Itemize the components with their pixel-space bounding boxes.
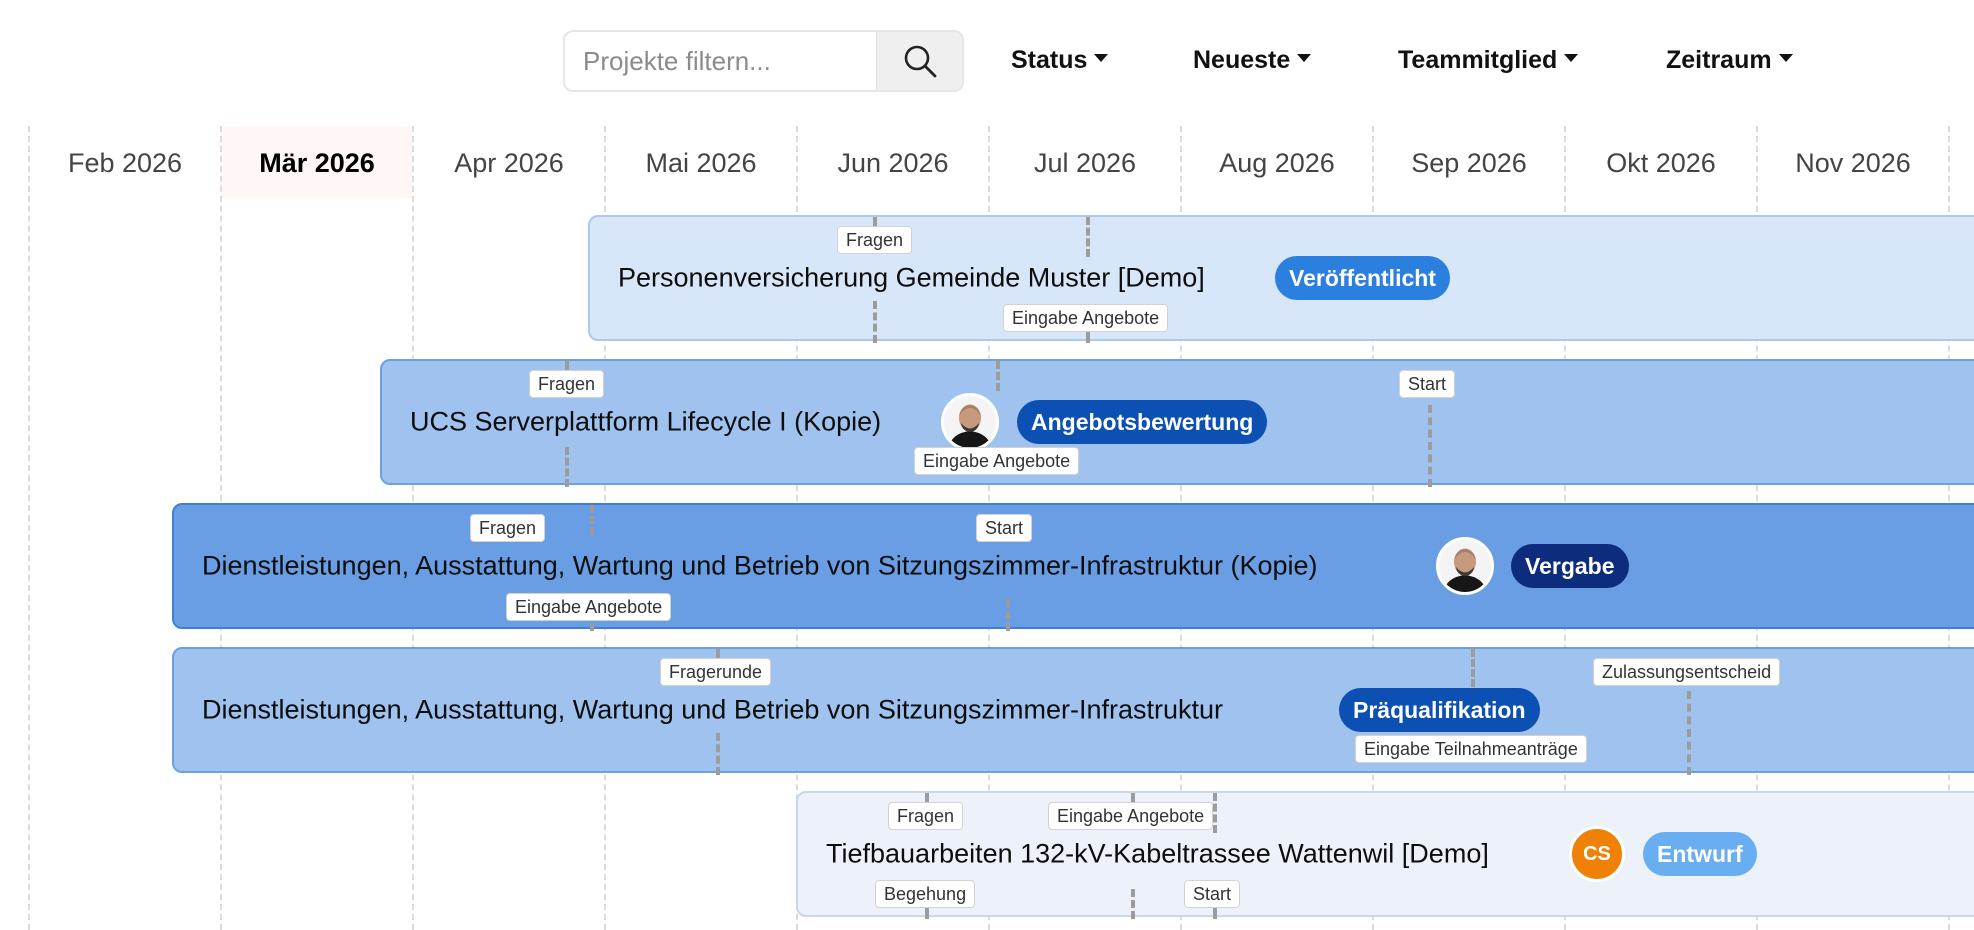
caret-down-icon (1564, 54, 1579, 63)
milestone-label: Fragen (837, 226, 913, 254)
month-header: Apr 2026 (454, 148, 564, 178)
milestone-marker (1086, 331, 1090, 343)
milestone-marker (1213, 793, 1217, 833)
month-header: Aug 2026 (1219, 148, 1335, 178)
project-bar[interactable]: Fragerunde Zulassungsentscheid Dienstlei… (172, 647, 1974, 775)
person-photo-icon (1439, 540, 1491, 592)
status-badge: Vergabe (1511, 544, 1629, 588)
project-title: Dienstleistungen, Ausstattung, Wartung u… (202, 694, 1223, 725)
milestone-marker (590, 505, 594, 535)
milestone-marker (1131, 889, 1135, 919)
project-title: Tiefbauarbeiten 132-kV-Kabeltrassee Watt… (826, 838, 1489, 869)
person-photo-icon (944, 396, 996, 448)
team-member-avatar[interactable] (941, 393, 999, 451)
milestone-marker (996, 361, 1000, 391)
milestone-marker (1687, 691, 1691, 775)
month-header: Sep 2026 (1411, 148, 1527, 178)
team-member-filter-label: Teammitglied (1398, 46, 1558, 74)
time-range-filter-dropdown[interactable]: Zeitraum (1666, 46, 1793, 75)
month-header: Jun 2026 (837, 148, 949, 178)
caret-down-icon (1778, 54, 1793, 63)
milestone-label: Fragen (888, 802, 964, 830)
milestone-label: Eingabe Angebote (506, 593, 672, 621)
milestone-marker (1428, 405, 1432, 487)
milestone-label: Fragerunde (660, 658, 772, 686)
milestone-label: Eingabe Teilnahmeanträge (1355, 735, 1587, 763)
milestone-label: Start (1184, 880, 1241, 908)
project-search (563, 30, 964, 92)
caret-down-icon (1297, 54, 1312, 63)
month-header: Jul 2026 (1033, 148, 1137, 178)
search-icon (904, 45, 936, 78)
status-badge: Präqualifikation (1339, 688, 1540, 732)
search-button[interactable] (876, 32, 962, 90)
milestone-label: Begehung (875, 880, 976, 908)
status-badge: Veröffentlicht (1275, 256, 1450, 300)
month-gridline (28, 126, 30, 930)
status-filter-dropdown[interactable]: Status (1011, 46, 1109, 75)
project-bar[interactable]: Fragen Start UCS Serverplattform Lifecyc… (380, 359, 1974, 487)
sort-newest-dropdown[interactable]: Neueste (1193, 46, 1312, 75)
milestone-marker (873, 301, 877, 343)
milestone-marker (716, 733, 720, 775)
team-member-avatar[interactable] (1436, 537, 1494, 595)
status-badge: Angebotsbewertung (1017, 400, 1268, 444)
milestone-marker (1006, 599, 1010, 631)
project-title: Dienstleistungen, Ausstattung, Wartung u… (202, 550, 1318, 581)
caret-down-icon (1094, 54, 1109, 63)
milestone-marker (565, 447, 569, 487)
milestone-label: Zulassungsentscheid (1593, 658, 1781, 686)
project-title: UCS Serverplattform Lifecycle I (Kopie) (410, 406, 882, 437)
team-member-filter-dropdown[interactable]: Teammitglied (1398, 46, 1579, 75)
milestone-label: Eingabe Angebote (1003, 304, 1169, 332)
milestone-marker (1086, 217, 1090, 257)
month-header: Okt 2026 (1606, 148, 1716, 178)
month-header-current: Mär 2026 (259, 148, 375, 178)
month-header: Nov 2026 (1795, 148, 1911, 178)
milestone-label: Fragen (529, 370, 605, 398)
sort-filter-label: Neueste (1193, 46, 1291, 74)
team-member-avatar[interactable]: CS (1569, 826, 1625, 882)
milestone-label: Eingabe Angebote (1048, 802, 1214, 830)
status-filter-label: Status (1011, 46, 1088, 74)
project-bar[interactable]: Fragen Eingabe Angebote Tiefbauarbeiten … (796, 791, 1974, 919)
project-title: Personenversicherung Gemeinde Muster [De… (618, 262, 1205, 293)
milestone-label: Start (976, 514, 1033, 542)
milestone-marker (1471, 649, 1475, 687)
month-header: Mai 2026 (645, 148, 757, 178)
milestone-label: Fragen (470, 514, 546, 542)
time-range-filter-label: Zeitraum (1666, 46, 1772, 74)
month-header: Feb 2026 (67, 148, 183, 178)
status-badge: Entwurf (1643, 832, 1757, 876)
project-bar[interactable]: Fragen Personenversicherung Gemeinde Mus… (588, 215, 1974, 343)
search-input[interactable] (565, 32, 879, 90)
project-bar[interactable]: Fragen Start Dienstleistungen, Ausstattu… (172, 503, 1974, 631)
milestone-label: Eingabe Angebote (914, 447, 1080, 475)
milestone-label: Start (1399, 370, 1456, 398)
